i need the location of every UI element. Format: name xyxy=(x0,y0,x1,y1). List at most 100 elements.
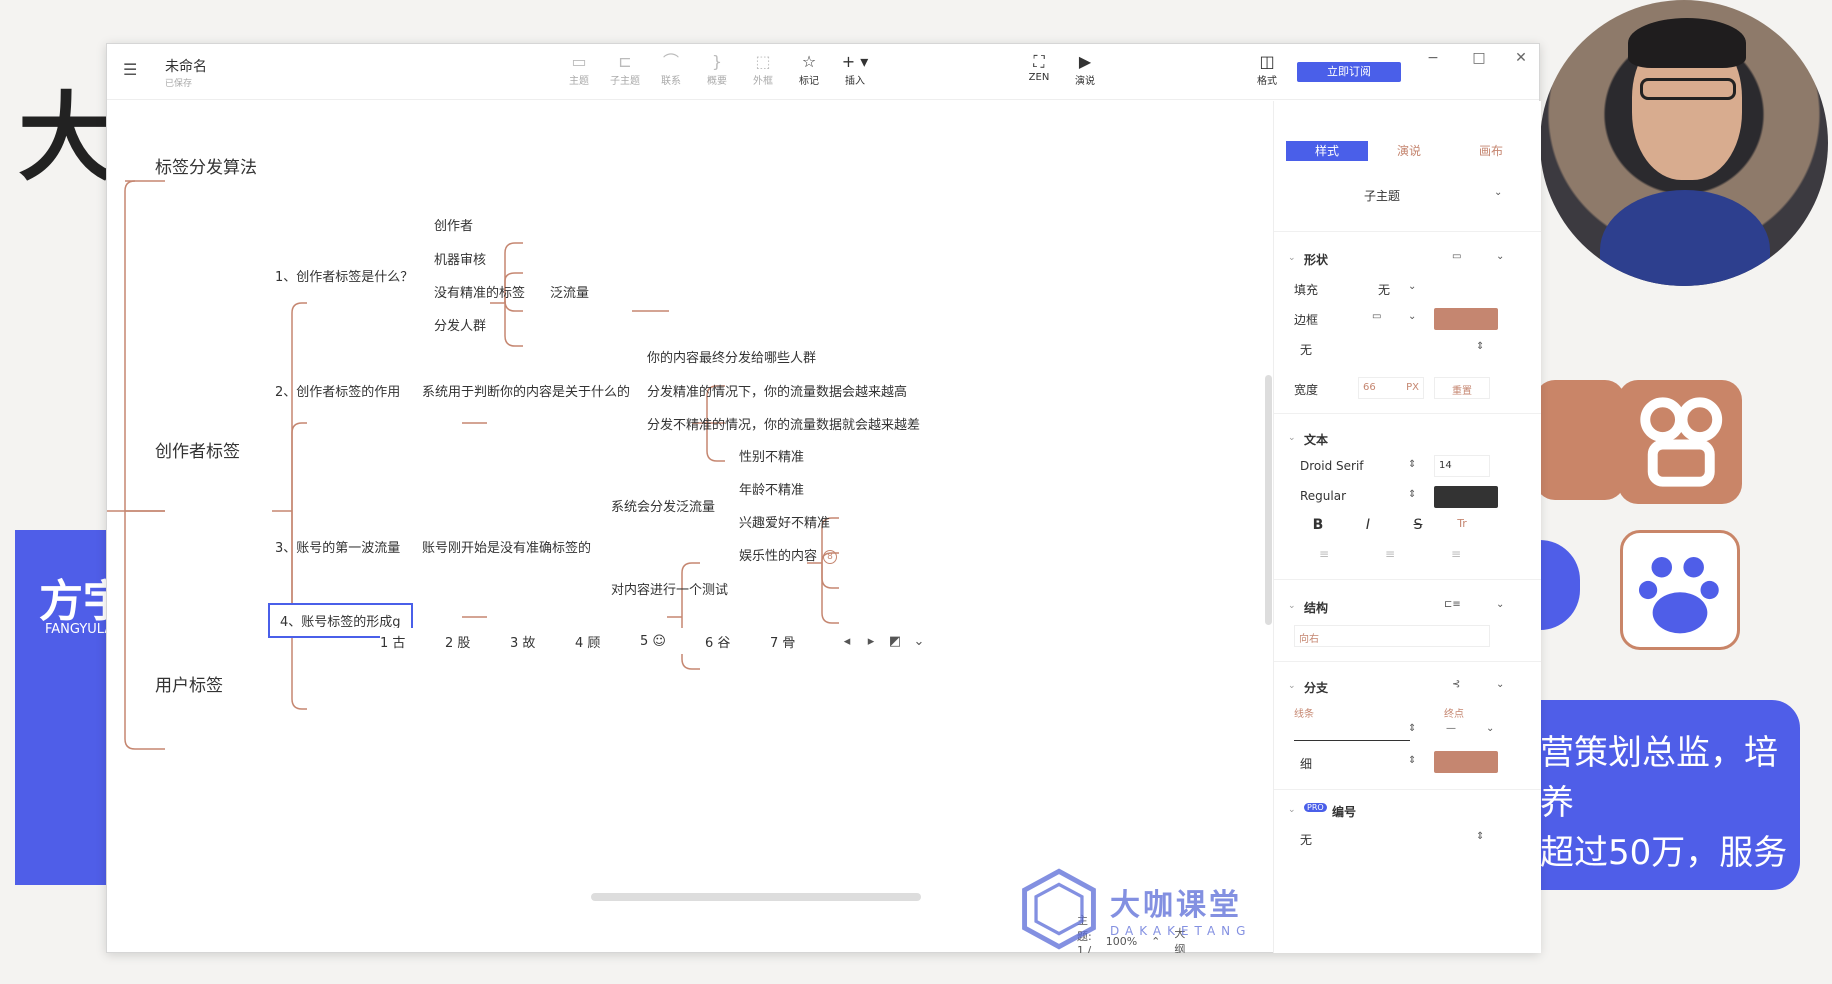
topic-no-accurate-tag-initially[interactable]: 账号刚开始是没有准确标签的 xyxy=(422,537,591,556)
chevron-down-icon[interactable]: ⌄ xyxy=(1496,679,1504,690)
tab-canvas[interactable]: 画布 xyxy=(1450,141,1532,161)
stepper-icon[interactable]: ⇕ xyxy=(1408,459,1416,470)
font-size-select[interactable]: 14 xyxy=(1434,455,1490,477)
border-style-select[interactable]: 无 xyxy=(1300,341,1312,358)
main-node-user-tag[interactable]: 用户标签 xyxy=(155,671,223,696)
topic-first-wave-traffic[interactable]: 3、账号的第一波流量 xyxy=(275,537,400,556)
topic-no-accurate-tag[interactable]: 没有精准的标签 xyxy=(434,282,525,301)
topic-distribution-audience[interactable]: 分发人群 xyxy=(434,315,486,334)
topic-inaccurate-distribution[interactable]: 分发不精准的情况，你的流量数据就会越来越差 xyxy=(647,414,920,433)
summary-button[interactable]: } 概要 xyxy=(695,52,739,87)
line-end-icon[interactable]: — xyxy=(1446,723,1456,734)
topic-accurate-distribution[interactable]: 分发精准的情况下，你的流量数据会越来越高 xyxy=(647,381,907,400)
ime-prev-icon[interactable]: ◂ xyxy=(835,634,859,649)
chevron-down-icon[interactable]: ⌄ xyxy=(1496,599,1504,610)
topic-interest-inaccurate[interactable]: 兴趣爱好不精准 xyxy=(739,512,830,531)
border-color-swatch[interactable] xyxy=(1434,308,1498,330)
insert-button[interactable]: + ▾ 插入 xyxy=(833,52,877,87)
structure-icon[interactable]: ⊏≡ xyxy=(1444,599,1461,610)
align-left-icon[interactable]: ≡ xyxy=(1314,547,1334,561)
topic-content-test[interactable]: 对内容进行一个测试 xyxy=(611,579,728,598)
maximize-icon[interactable]: □ xyxy=(1469,50,1489,66)
stepper-icon[interactable]: ⇕ xyxy=(1408,755,1416,766)
collapse-caret-icon[interactable]: ⌄ xyxy=(1288,805,1296,815)
fill-select[interactable]: 无 xyxy=(1378,281,1390,298)
align-center-icon[interactable]: ≡ xyxy=(1380,547,1400,561)
horizontal-scrollbar[interactable] xyxy=(591,893,921,901)
border-shape-icon[interactable]: ▭ xyxy=(1372,311,1381,322)
collapse-caret-icon[interactable]: ⌄ xyxy=(1288,601,1296,611)
relationship-button[interactable]: ⌒ 联系 xyxy=(649,52,693,87)
chevron-down-icon[interactable]: ⌄ xyxy=(1408,281,1416,292)
main-node-creator-tag[interactable]: 创作者标签 xyxy=(155,437,240,462)
italic-icon[interactable]: I xyxy=(1358,517,1378,533)
ime-candidate[interactable]: 4 顾 xyxy=(575,632,640,651)
structure-select[interactable]: 向右 xyxy=(1294,625,1490,647)
stepper-icon[interactable]: ⇕ xyxy=(1476,831,1484,842)
chevron-down-icon[interactable]: ⌄ xyxy=(1496,251,1504,262)
topic-gender-inaccurate[interactable]: 性别不精准 xyxy=(739,446,804,465)
tab-pitch[interactable]: 演说 xyxy=(1368,141,1450,161)
ime-candidate[interactable]: 2 股 xyxy=(445,632,510,651)
format-button[interactable]: ◫ 格式 xyxy=(1245,52,1289,87)
collapsed-count-badge[interactable]: 8 xyxy=(823,549,838,564)
stepper-icon[interactable]: ⇕ xyxy=(1408,489,1416,500)
topic-type-select[interactable]: 子主题 xyxy=(1364,187,1400,204)
shape-icon[interactable]: ▭ xyxy=(1452,251,1461,262)
collapse-caret-icon[interactable]: ⌄ xyxy=(1288,253,1296,263)
document-title[interactable]: 未命名 xyxy=(165,56,207,76)
topic-creator-tag-effect[interactable]: 2、创作者标签的作用 xyxy=(275,381,400,400)
stepper-icon[interactable]: ⇕ xyxy=(1476,341,1484,352)
ime-candidate[interactable]: 3 故 xyxy=(510,632,575,651)
topic-broad-traffic[interactable]: 泛流量 xyxy=(550,282,589,301)
topic-age-inaccurate[interactable]: 年龄不精准 xyxy=(739,479,804,498)
chevron-down-icon[interactable]: ⌄ xyxy=(1408,311,1416,322)
mindmap-canvas[interactable]: 标签分发算法 创作者标签 用户标签 1、创作者标签是什么？ 创作者 机器审核 没… xyxy=(107,101,1272,953)
branch-color-swatch[interactable] xyxy=(1434,751,1498,773)
boundary-button[interactable]: ⬚ 外框 xyxy=(741,52,785,87)
tab-style[interactable]: 样式 xyxy=(1286,141,1368,161)
bold-icon[interactable]: B xyxy=(1308,517,1328,533)
vertical-scrollbar[interactable] xyxy=(1265,375,1272,625)
line-weight-select[interactable]: 细 xyxy=(1300,755,1312,772)
stepper-icon[interactable]: ⇕ xyxy=(1408,723,1416,734)
minimize-icon[interactable]: − xyxy=(1423,50,1443,66)
menu-icon[interactable]: ☰ xyxy=(123,62,141,78)
zen-button[interactable]: ⛶ ZEN xyxy=(1017,52,1061,83)
text-color-swatch[interactable] xyxy=(1434,486,1498,508)
topic-system-judges-content[interactable]: 系统用于判断你的内容是关于什么的 xyxy=(422,381,630,400)
ime-candidate[interactable]: 1 古 xyxy=(380,632,445,651)
close-icon[interactable]: ✕ xyxy=(1511,50,1531,66)
numbering-select[interactable]: 无 xyxy=(1300,831,1312,848)
ime-candidate[interactable]: 5 ☺ xyxy=(640,634,705,649)
ime-candidate[interactable]: 7 骨 xyxy=(770,632,835,651)
chevron-down-icon[interactable]: ⌄ xyxy=(1486,723,1494,734)
collapse-caret-icon[interactable]: ⌄ xyxy=(1288,681,1296,691)
pitch-button[interactable]: ▶ 演说 xyxy=(1063,52,1107,87)
topic-machine-review[interactable]: 机器审核 xyxy=(434,249,486,268)
ime-candidate[interactable]: 6 谷 xyxy=(705,632,770,651)
topic-creator[interactable]: 创作者 xyxy=(434,215,473,234)
branch-style-icon[interactable]: ⊰ xyxy=(1452,679,1460,690)
font-family-select[interactable]: Droid Serif xyxy=(1300,459,1364,473)
topic-entertainment-content[interactable]: 娱乐性的内容 8 xyxy=(739,545,838,564)
collapse-caret-icon[interactable]: ⌄ xyxy=(1288,433,1296,443)
ime-next-icon[interactable]: ▸ xyxy=(859,634,883,649)
topic-final-audience[interactable]: 你的内容最终分发给哪些人群 xyxy=(647,347,816,366)
subscribe-button[interactable]: 立即订阅 xyxy=(1297,62,1401,82)
ime-expand-icon[interactable]: ⌄ xyxy=(907,634,931,649)
width-reset-button[interactable]: 重置 xyxy=(1434,377,1490,399)
align-right-icon[interactable]: ≡ xyxy=(1446,547,1466,561)
main-node-tag-algorithm[interactable]: 标签分发算法 xyxy=(155,153,257,178)
line-style-select[interactable] xyxy=(1294,719,1410,741)
width-input[interactable]: 66 PX xyxy=(1358,377,1424,399)
marker-button[interactable]: ☆ 标记 xyxy=(787,52,831,87)
text-case-icon[interactable]: Tr xyxy=(1452,517,1472,530)
strikethrough-icon[interactable]: S xyxy=(1408,517,1428,533)
ime-settings-icon[interactable]: ◩ xyxy=(883,634,907,649)
font-weight-select[interactable]: Regular xyxy=(1300,489,1346,503)
subtopic-button[interactable]: ⊏ 子主题 xyxy=(603,52,647,87)
topic-system-broad-traffic[interactable]: 系统会分发泛流量 xyxy=(611,496,715,515)
topic-button[interactable]: ▭ 主题 xyxy=(557,52,601,87)
chevron-down-icon[interactable]: ⌄ xyxy=(1494,187,1502,198)
